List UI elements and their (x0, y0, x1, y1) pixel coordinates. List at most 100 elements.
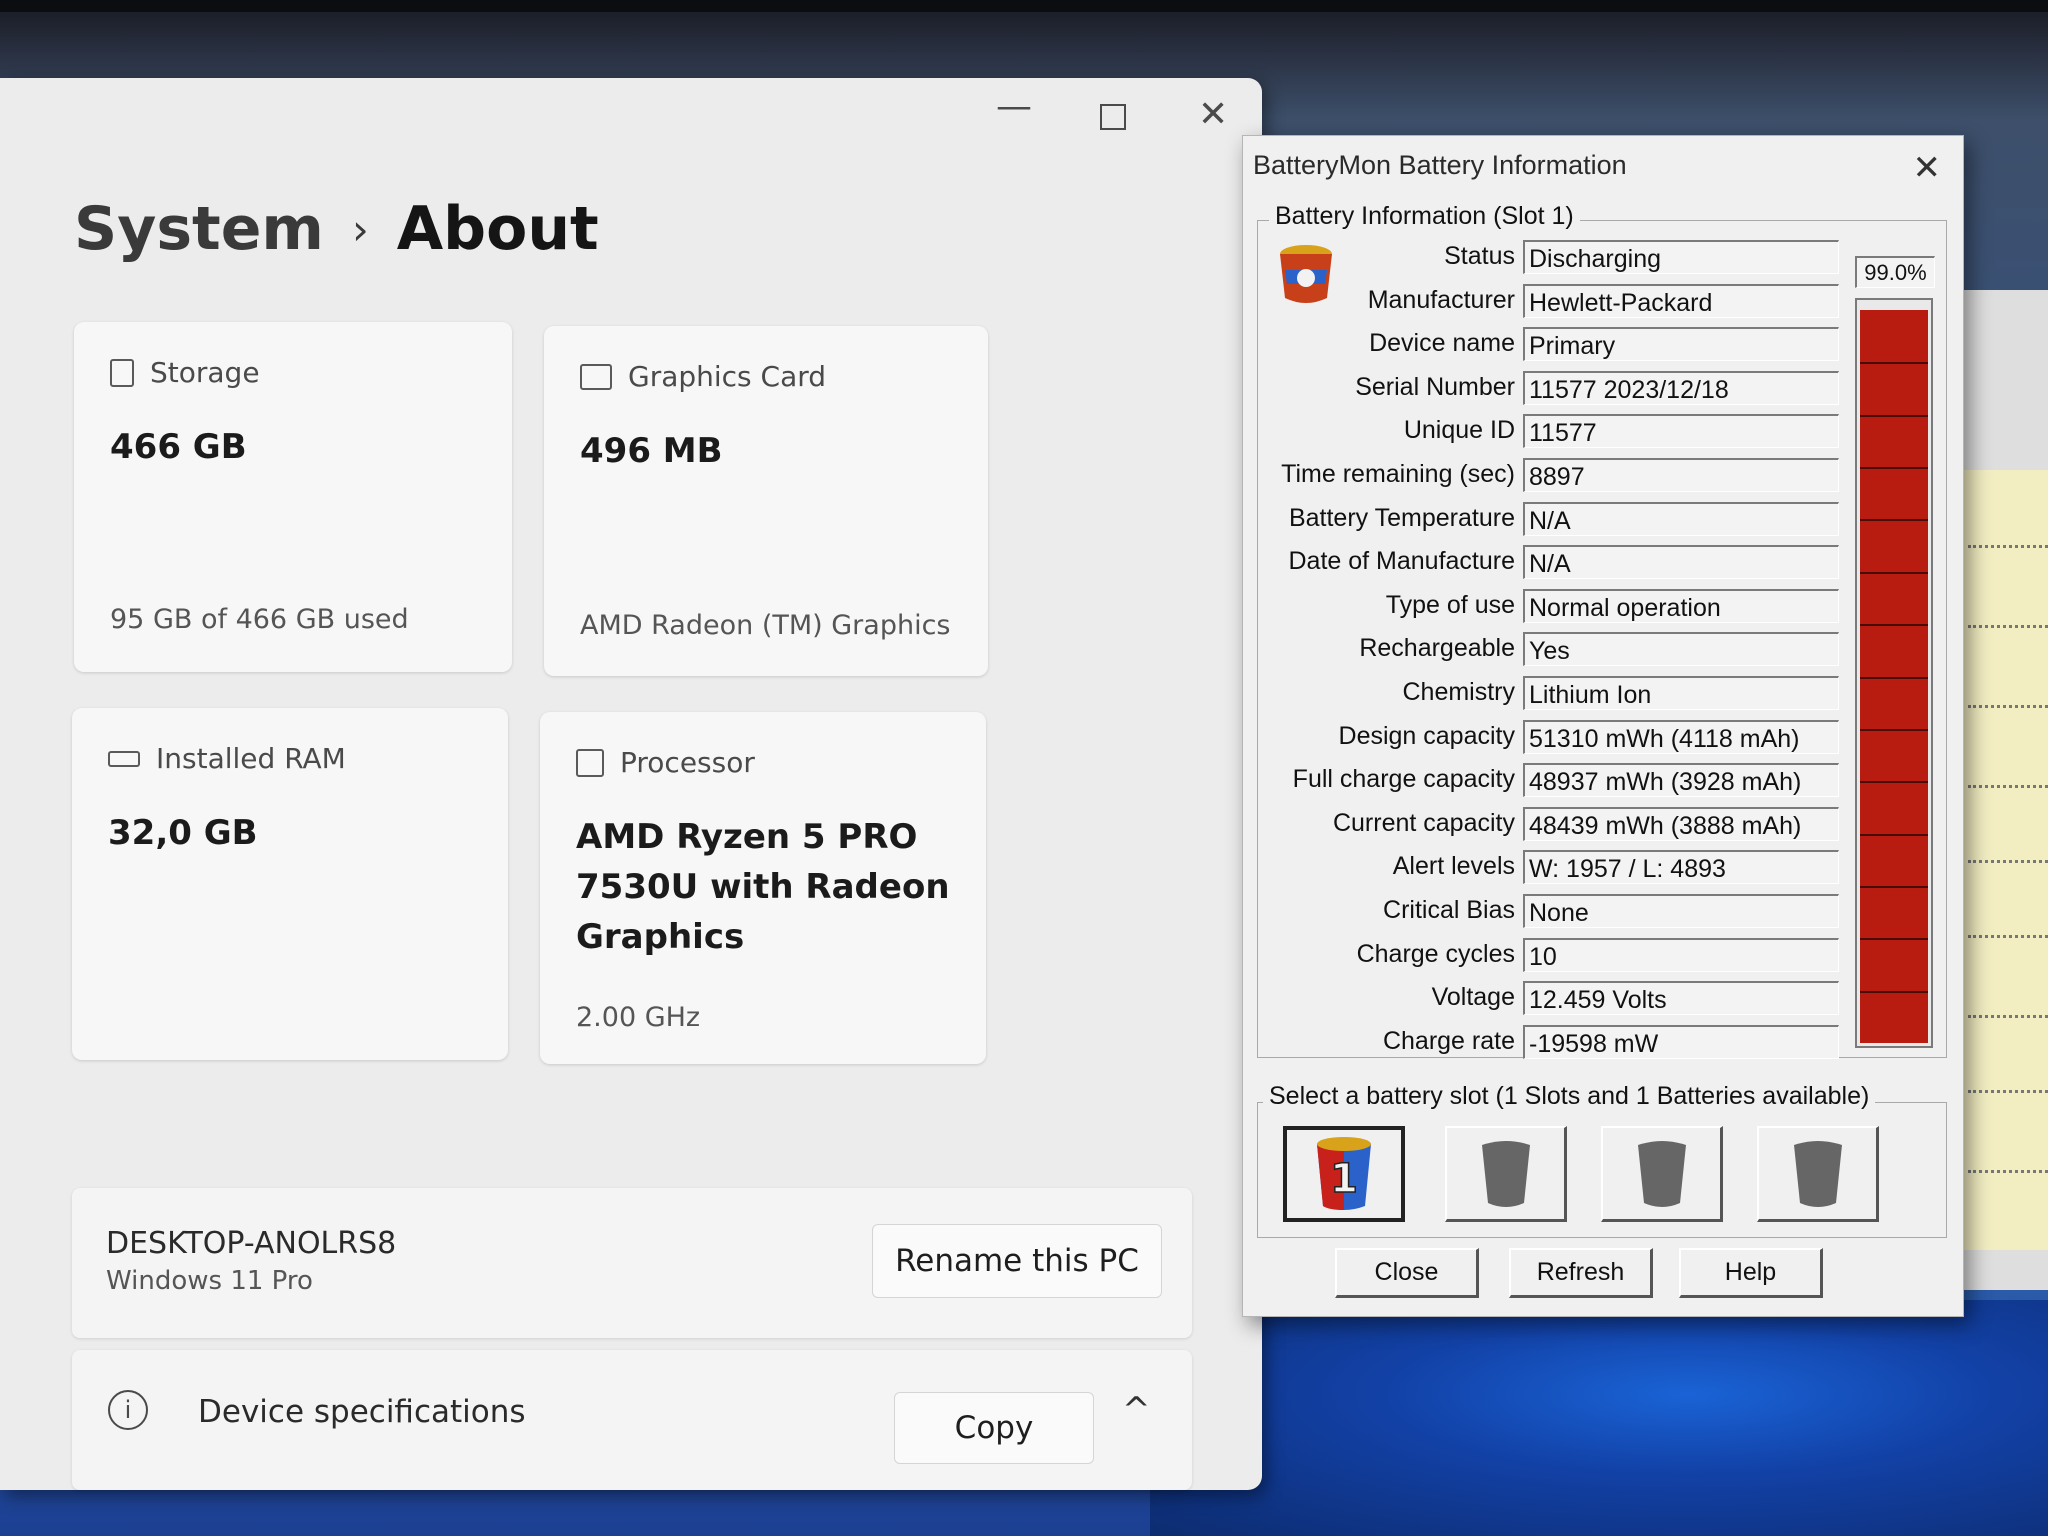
graphics-card-card[interactable]: Graphics Card 496 MB AMD Radeon (TM) Gra… (544, 326, 988, 676)
battery-info-group-label: Battery Information (Slot 1) (1269, 202, 1580, 231)
battery-field-value: -19598 mW (1523, 1025, 1839, 1059)
battery-field-value: W: 1957 / L: 4893 (1523, 850, 1839, 884)
settings-window: — ✕ System › About Storage 466 GB 95 GB … (0, 78, 1262, 1490)
battery-slot-2-button[interactable] (1445, 1126, 1567, 1222)
graphics-card-name: AMD Radeon (TM) Graphics (580, 610, 951, 641)
meter-segment-divider (1860, 415, 1928, 417)
chevron-up-icon[interactable]: ^ (1122, 1390, 1151, 1430)
screen-bezel (0, 0, 2048, 12)
processor-card[interactable]: Processor AMD Ryzen 5 PRO 7530U with Rad… (540, 712, 986, 1064)
desktop-wallpaper (1150, 1300, 2048, 1536)
battery-field-label: Type of use (1385, 591, 1515, 619)
battery-field-value: Normal operation (1523, 589, 1839, 623)
battery-slot-4-button[interactable] (1757, 1126, 1879, 1222)
ram-value: 32,0 GB (108, 813, 258, 853)
breadcrumb-separator: › (351, 204, 369, 254)
pc-name: DESKTOP-ANOLRS8 (106, 1226, 397, 1261)
dotted-line (1968, 705, 2048, 708)
meter-segment-divider (1860, 886, 1928, 888)
battery-slot-1-icon: 1 (1317, 1137, 1371, 1210)
batterymon-title: BatteryMon Battery Information (1253, 150, 1627, 180)
copy-button[interactable]: Copy (894, 1392, 1094, 1464)
battery-slot-1-number: 1 (1330, 1156, 1358, 1202)
battery-field-label: Time remaining (sec) (1281, 460, 1515, 488)
battery-field-label: Charge rate (1382, 1027, 1515, 1055)
battery-field-value: Hewlett-Packard (1523, 284, 1839, 318)
storage-icon (110, 358, 134, 387)
battery-field-label: Date of Manufacture (1288, 547, 1515, 575)
dotted-line (1968, 1170, 2048, 1173)
battery-field-value: 48937 mWh (3928 mAh) (1523, 763, 1839, 797)
battery-field-value: Discharging (1523, 240, 1839, 274)
battery-field-value: Lithium Ion (1523, 676, 1839, 710)
close-button[interactable]: ✕ (1198, 94, 1228, 135)
storage-value: 466 GB (110, 427, 247, 467)
battery-slot-1-button[interactable]: 1 (1283, 1126, 1405, 1222)
meter-segment-divider (1860, 519, 1928, 521)
empty-slot-icon (1637, 1140, 1686, 1207)
pc-name-panel: DESKTOP-ANOLRS8 Windows 11 Pro Rename th… (72, 1188, 1192, 1338)
device-specifications-panel[interactable]: i Device specifications Copy ^ (72, 1350, 1192, 1490)
info-icon: i (108, 1390, 148, 1430)
charge-percent: 99.0% (1855, 256, 1935, 288)
ram-icon (108, 750, 140, 767)
close-button[interactable]: Close (1335, 1248, 1479, 1298)
dotted-line (1968, 545, 2048, 548)
meter-segment-divider (1860, 834, 1928, 836)
storage-title: Storage (150, 356, 260, 389)
storage-card[interactable]: Storage 466 GB 95 GB of 466 GB used (74, 322, 512, 672)
battery-field-label: Status (1444, 242, 1515, 270)
graphics-card-header: Graphics Card (580, 360, 826, 393)
charge-meter (1855, 298, 1933, 1048)
processor-icon (576, 748, 604, 777)
dotted-line (1968, 1015, 2048, 1018)
storage-card-header: Storage (110, 356, 260, 389)
battery-field-value: 48439 mWh (3888 mAh) (1523, 807, 1839, 841)
rename-pc-button[interactable]: Rename this PC (872, 1224, 1162, 1298)
battery-field-label: Design capacity (1338, 722, 1515, 750)
meter-segment-divider (1860, 677, 1928, 679)
battery-field-value: 11577 (1523, 414, 1839, 448)
meter-segment-divider (1860, 572, 1928, 574)
processor-value: AMD Ryzen 5 PRO 7530U with Radeon Graphi… (576, 812, 950, 962)
refresh-button[interactable]: Refresh (1509, 1248, 1653, 1298)
minimize-button[interactable]: — (996, 86, 1032, 127)
help-button[interactable]: Help (1679, 1248, 1823, 1298)
breadcrumb-system[interactable]: System (74, 194, 324, 264)
processor-value-line3: Graphics (576, 917, 745, 957)
battery-field-value: 12.459 Volts (1523, 981, 1839, 1015)
battery-field-label: Full charge capacity (1292, 765, 1515, 793)
battery-field-label: Alert levels (1392, 852, 1515, 880)
maximize-button[interactable] (1100, 104, 1126, 130)
battery-field-label: Critical Bias (1383, 896, 1515, 924)
battery-field-label: Chemistry (1402, 678, 1515, 706)
battery-field-value: N/A (1523, 545, 1839, 579)
ram-title: Installed RAM (156, 742, 346, 775)
battery-slot-3-button[interactable] (1601, 1126, 1723, 1222)
ram-card-header: Installed RAM (108, 742, 346, 775)
meter-segment-divider (1860, 781, 1928, 783)
battery-field-label: Device name (1369, 329, 1515, 357)
device-specifications-label: Device specifications (198, 1394, 526, 1430)
battery-field-label: Rechargeable (1359, 634, 1515, 662)
batterymon-close-icon[interactable]: ✕ (1913, 148, 1942, 188)
battery-field-label: Manufacturer (1367, 286, 1515, 314)
battery-field-label: Unique ID (1403, 416, 1515, 444)
battery-field-value: Yes (1523, 632, 1839, 666)
battery-field-value: Primary (1523, 327, 1839, 361)
empty-slot-icon (1793, 1140, 1842, 1207)
processor-value-line1: AMD Ryzen 5 PRO (576, 817, 918, 857)
processor-card-header: Processor (576, 746, 755, 779)
dotted-line (1968, 625, 2048, 628)
battery-field-label: Voltage (1431, 983, 1515, 1011)
battery-field-value: 8897 (1523, 458, 1839, 492)
storage-usage: 95 GB of 466 GB used (110, 604, 409, 635)
ram-card[interactable]: Installed RAM 32,0 GB (72, 708, 508, 1060)
battery-field-value: 10 (1523, 938, 1839, 972)
empty-slot-icon (1481, 1140, 1530, 1207)
meter-segment-divider (1860, 362, 1928, 364)
battery-field-value: N/A (1523, 502, 1839, 536)
battery-slot-group-label: Select a battery slot (1 Slots and 1 Bat… (1263, 1082, 1876, 1111)
dotted-line (1968, 860, 2048, 863)
charge-meter-fill (1860, 310, 1928, 1043)
